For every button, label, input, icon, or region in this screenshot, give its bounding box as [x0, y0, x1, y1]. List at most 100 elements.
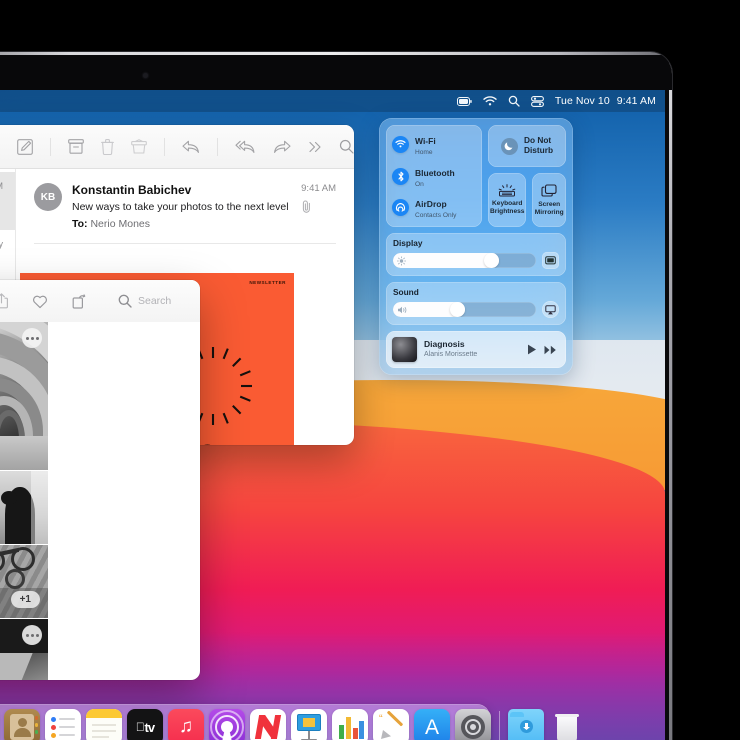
mail-item-subject: request to Mary Ann — [0, 267, 3, 278]
search-input[interactable]: Search — [118, 294, 171, 308]
reply-all-icon[interactable] — [235, 140, 256, 154]
dock-item-news[interactable] — [250, 709, 286, 740]
screen-mirroring-tile[interactable]: Screen Mirroring — [532, 173, 566, 228]
photos-window[interactable]: Search +1 — [0, 280, 200, 680]
archive-icon[interactable] — [68, 139, 84, 154]
dock-item-podcasts[interactable] — [209, 709, 245, 740]
control-center-toggles-group[interactable]: Wi-Fi Home Bluetooth On AirDrop Contacts… — [386, 125, 482, 228]
favorite-icon[interactable] — [32, 294, 48, 309]
now-playing-track: Diagnosis — [424, 339, 465, 350]
mail-to-label: To: — [72, 218, 88, 230]
dock[interactable]: NOV 10 — [0, 704, 579, 740]
screen-bezel-top — [0, 55, 672, 90]
dock-item-pages[interactable]: “ — [373, 709, 409, 740]
more-options-icon[interactable] — [22, 328, 42, 348]
toggle-bluetooth[interactable]: Bluetooth On — [392, 164, 476, 189]
macbook-device: Tue Nov 10 9:41 AM Wi-Fi Home Bluetooth … — [0, 52, 672, 740]
play-icon[interactable] — [527, 344, 537, 355]
search-icon — [118, 294, 132, 308]
dock-item-notes[interactable] — [86, 709, 122, 740]
keyboard-brightness-line1: Keyboard — [492, 200, 523, 208]
compose-icon[interactable] — [17, 138, 33, 155]
photo-thumbnail[interactable] — [0, 471, 48, 544]
toggle-airdrop[interactable]: AirDrop Contacts Only — [392, 195, 476, 220]
dnd-label-line1: Do Not — [523, 135, 552, 146]
wifi-icon[interactable] — [483, 96, 497, 106]
dock-item-contacts[interactable] — [4, 709, 40, 740]
dock-item-system-preferences[interactable] — [455, 709, 491, 740]
screen-mirroring-icon — [541, 184, 557, 198]
search-icon[interactable] — [508, 95, 520, 107]
facetime-camera-icon — [143, 73, 148, 78]
mail-item-subject: take your photos to... — [0, 195, 3, 206]
photo-thumbnail[interactable] — [0, 322, 48, 470]
more-icon[interactable] — [308, 141, 322, 153]
avatar: KB — [34, 183, 62, 211]
screenshot-root: Tue Nov 10 9:41 AM Wi-Fi Home Bluetooth … — [0, 0, 740, 740]
dock-item-trash[interactable] — [549, 709, 585, 740]
airdrop-icon — [392, 199, 409, 217]
photos-grid[interactable]: +1 — [0, 322, 200, 680]
photos-toolbar[interactable]: Search — [0, 280, 200, 322]
toggle-bluetooth-subtitle: On — [415, 180, 424, 188]
rotate-icon[interactable] — [72, 293, 86, 309]
search-placeholder: Search — [138, 295, 172, 307]
display-settings-icon[interactable] — [542, 252, 559, 270]
screen-mirroring-line1: Screen — [538, 200, 561, 208]
search-icon[interactable] — [339, 139, 354, 154]
paperclip-icon[interactable] — [301, 200, 336, 213]
control-center-panel[interactable]: Wi-Fi Home Bluetooth On AirDrop Contacts… — [379, 118, 573, 376]
stack-count-badge[interactable]: +1 — [10, 591, 40, 608]
menubar-time: 9:41 AM — [616, 95, 656, 107]
now-playing-widget[interactable]: Diagnosis Alanis Morissette — [386, 331, 566, 369]
newsletter-kicker-right: NEWSLETTER — [249, 280, 286, 285]
menubar-date: Tue Nov 10 — [554, 95, 610, 107]
toggle-wifi[interactable]: Wi-Fi Home — [392, 132, 476, 157]
mail-recipient-row: To: Nerio Mones — [72, 218, 291, 230]
display-section[interactable]: Display — [386, 233, 566, 277]
display-brightness-slider[interactable] — [393, 253, 536, 269]
menubar-clock[interactable]: Tue Nov 10 9:41 AM — [555, 95, 656, 107]
mail-toolbar[interactable] — [0, 125, 354, 169]
battery-icon[interactable] — [456, 96, 472, 106]
device-right-edge — [669, 58, 672, 740]
airplay-audio-icon[interactable] — [542, 301, 559, 319]
keyboard-brightness-line2: Brightness — [490, 208, 525, 216]
photo-thumbnail[interactable]: +1 — [0, 545, 48, 618]
mail-list-item[interactable]: Babichev 9:41 AM take your photos to... … — [0, 172, 15, 230]
menu-bar[interactable]: Tue Nov 10 9:41 AM — [0, 90, 665, 112]
do-not-disturb-tile[interactable]: Do Not Disturb — [488, 125, 566, 167]
more-options-icon[interactable] — [22, 625, 42, 645]
dock-divider — [499, 711, 500, 740]
toggle-airdrop-subtitle: Contacts Only — [415, 212, 457, 220]
sound-volume-slider[interactable] — [393, 302, 536, 318]
toggle-airdrop-title: AirDrop — [415, 199, 447, 210]
sound-section[interactable]: Sound — [386, 282, 566, 326]
mail-subject: New ways to take your photos to the next… — [72, 201, 289, 213]
keyboard-brightness-icon — [497, 184, 517, 197]
brightness-icon — [397, 256, 406, 266]
forward-icon[interactable] — [273, 140, 291, 154]
photo-thumbnail[interactable] — [0, 619, 48, 680]
dock-item-apple-tv[interactable]: tv — [127, 709, 163, 740]
album-artwork — [392, 337, 417, 363]
dock-item-downloads-folder[interactable] — [508, 709, 544, 740]
reply-icon[interactable] — [182, 140, 200, 154]
mail-received-time: 9:41 AM — [301, 183, 336, 194]
wifi-icon — [392, 135, 409, 153]
toggle-wifi-subtitle: Home — [415, 148, 433, 156]
junk-icon[interactable] — [131, 139, 147, 154]
delete-icon[interactable] — [101, 138, 114, 155]
keyboard-brightness-tile[interactable]: Keyboard Brightness — [488, 173, 527, 228]
dock-item-numbers[interactable] — [332, 709, 368, 740]
dock-item-app-store[interactable]: A — [414, 709, 450, 740]
fast-forward-icon[interactable] — [544, 345, 557, 355]
share-icon[interactable] — [0, 293, 8, 309]
mail-item-snippet: 020 NEWSLETTER — [0, 209, 3, 220]
control-center-icon[interactable] — [530, 95, 544, 107]
toggle-bluetooth-title: Bluetooth — [415, 167, 455, 178]
dock-item-keynote[interactable] — [291, 709, 327, 740]
mail-item-time: 9:41 AM — [0, 181, 3, 191]
dock-item-reminders[interactable] — [45, 709, 81, 740]
dock-item-music[interactable]: ♫ — [168, 709, 204, 740]
